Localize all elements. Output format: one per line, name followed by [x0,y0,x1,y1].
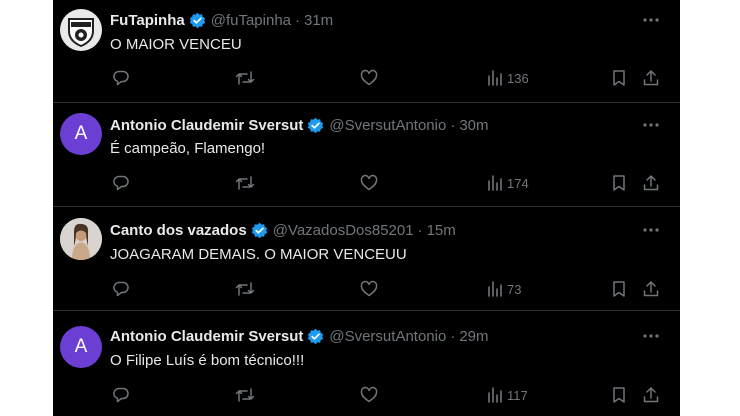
separator-dot: · [417,221,423,239]
display-name[interactable]: FuTapinha [110,12,185,29]
views-button[interactable]: 174 [486,173,529,193]
tweet-card[interactable]: FuTapinha @fuTapinha · 31m O MAIOR VENCE… [53,0,680,103]
like-button[interactable] [360,173,378,193]
tweet-text: É campeão, Flamengo! [110,140,266,157]
share-icon [642,69,660,87]
retweet-icon [235,174,255,192]
reply-icon [112,386,130,404]
separator-dot: · [450,327,456,345]
like-icon [360,386,378,404]
reply-button[interactable] [112,279,130,299]
separator-dot: · [295,11,300,29]
view-count: 174 [507,175,529,191]
like-button[interactable] [360,68,378,88]
user-handle[interactable]: @SversutAntonio [329,117,446,134]
like-icon [360,69,378,87]
tweet-card[interactable]: A Antonio Claudemir Sversut @SversutAnto… [53,102,680,207]
tweet-header: Antonio Claudemir Sversut @SversutAntoni… [110,326,489,346]
tweet-card[interactable]: Canto dos vazados @VazadosDos85201 · 15m… [53,206,680,311]
view-count: 117 [507,387,528,403]
reply-button[interactable] [112,173,130,193]
verified-badge-icon [251,222,268,239]
bookmark-icon [610,280,628,298]
retweet-icon [235,386,255,404]
views-button[interactable]: 73 [486,279,521,299]
verified-badge-icon [307,328,324,345]
views-icon [486,69,504,87]
tweet-header: FuTapinha @fuTapinha · 31m [110,10,333,30]
bookmark-icon [610,174,628,192]
timeline-feed: FuTapinha @fuTapinha · 31m O MAIOR VENCE… [53,0,680,416]
views-button[interactable]: 117 [486,385,528,405]
like-icon [360,174,378,192]
bookmark-button[interactable] [610,385,628,405]
verified-badge-icon [307,117,324,134]
display-name[interactable]: Canto dos vazados [110,222,247,239]
retweet-button[interactable] [235,385,255,405]
bookmark-button[interactable] [610,173,628,193]
display-name[interactable]: Antonio Claudemir Sversut [110,328,303,345]
timestamp[interactable]: 30m [459,117,488,134]
retweet-icon [235,69,255,87]
share-icon [642,280,660,298]
avatar[interactable] [60,218,102,260]
share-button[interactable] [642,173,660,193]
retweet-button[interactable] [235,68,255,88]
share-button[interactable] [642,385,660,405]
more-icon[interactable] [641,115,661,135]
bookmark-button[interactable] [610,279,628,299]
timestamp[interactable]: 29m [459,328,488,345]
views-icon [486,174,504,192]
avatar[interactable]: A [60,113,102,155]
views-icon [486,386,504,404]
retweet-button[interactable] [235,279,255,299]
reply-button[interactable] [112,385,130,405]
retweet-icon [235,280,255,298]
tweet-header: Antonio Claudemir Sversut @SversutAntoni… [110,115,489,135]
like-button[interactable] [360,279,378,299]
share-button[interactable] [642,68,660,88]
view-count: 73 [507,281,522,297]
more-icon[interactable] [641,220,661,240]
tweet-card[interactable]: A Antonio Claudemir Sversut @SversutAnto… [53,310,680,416]
tweet-text: JOAGARAM DEMAIS. O MAIOR VENCEUU [110,246,407,263]
reply-icon [112,69,130,87]
timestamp[interactable]: 31m [304,12,333,29]
display-name[interactable]: Antonio Claudemir Sversut [110,117,303,134]
user-handle[interactable]: @SversutAntonio [329,328,446,345]
verified-badge-icon [189,12,206,29]
bookmark-icon [610,69,628,87]
avatar[interactable] [60,9,102,51]
reply-button[interactable] [112,68,130,88]
tweet-header: Canto dos vazados @VazadosDos85201 · 15m [110,220,456,240]
retweet-button[interactable] [235,173,255,193]
tweet-text: O MAIOR VENCEU [110,36,242,53]
share-icon [642,174,660,192]
timestamp[interactable]: 15m [427,222,456,239]
bookmark-button[interactable] [610,68,628,88]
more-icon[interactable] [641,326,661,346]
views-button[interactable]: 136 [486,68,529,88]
views-icon [486,280,504,298]
user-handle[interactable]: @fuTapinha [211,12,291,29]
user-handle[interactable]: @VazadosDos85201 [273,222,414,239]
bookmark-icon [610,386,628,404]
view-count: 136 [507,70,529,86]
like-icon [360,280,378,298]
share-icon [642,386,660,404]
more-icon[interactable] [641,10,661,30]
reply-icon [112,280,130,298]
share-button[interactable] [642,279,660,299]
like-button[interactable] [360,385,378,405]
tweet-text: O Filipe Luís é bom técnico!!! [110,352,305,369]
avatar[interactable]: A [60,326,102,368]
reply-icon [112,174,130,192]
separator-dot: · [450,116,456,134]
